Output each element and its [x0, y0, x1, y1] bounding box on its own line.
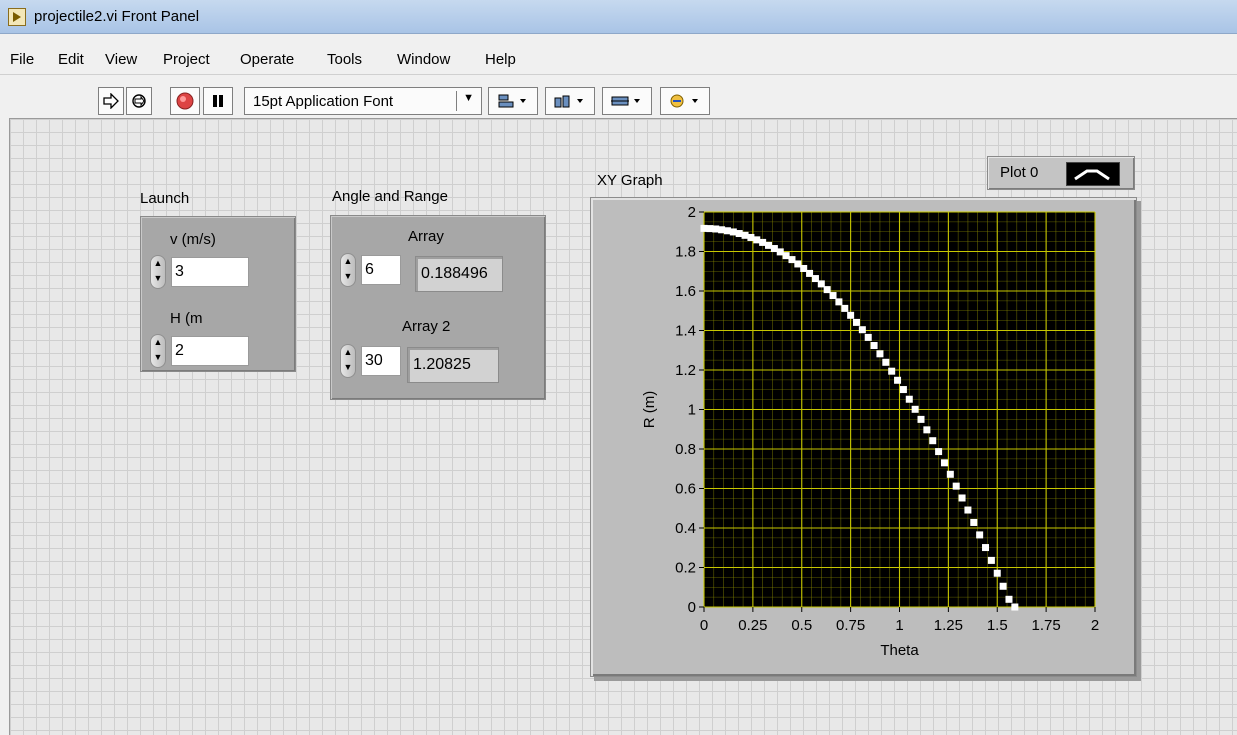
plot-0-point [911, 405, 919, 413]
plot-0-point [870, 342, 878, 350]
plot-0-point [847, 311, 855, 319]
plot-0-point [841, 304, 849, 312]
y-tick-label: 0.4 [675, 520, 696, 537]
x-axis-label: Theta [880, 642, 919, 659]
plot-0-point [858, 326, 866, 334]
plot-0-point [970, 518, 978, 526]
x-tick-label: 1.5 [987, 617, 1008, 634]
plot-0-point [1011, 603, 1019, 611]
plot-0-point [976, 531, 984, 539]
plot-0-point [829, 292, 837, 300]
plot-0-point [982, 544, 990, 552]
y-tick-label: 0.8 [675, 441, 696, 458]
plot-0-point [894, 376, 902, 384]
plot-0-point [946, 470, 954, 478]
plot-0-point [917, 415, 925, 423]
x-tick-label: 0.75 [836, 617, 865, 634]
plot-0-point [952, 482, 960, 490]
plot-0-point [1005, 595, 1013, 603]
y-tick-labels: 0 0.2 0.4 0.6 0.8 1 1.2 1.4 1.6 1.8 2 [675, 204, 696, 616]
plot-0-point [835, 298, 843, 306]
y-tick-label: 1.8 [675, 244, 696, 261]
y-tick-label: 0.2 [675, 560, 696, 577]
y-tick-label: 0 [688, 599, 696, 616]
x-tick-label: 1.75 [1032, 617, 1061, 634]
plot-0-point [935, 448, 943, 456]
plot-0-point [987, 556, 995, 564]
plot-0-point [899, 386, 907, 394]
x-tick-label: 1.25 [934, 617, 963, 634]
y-axis-label: R (m) [641, 391, 658, 429]
x-tick-label: 1 [895, 617, 903, 634]
y-tick-label: 1.4 [675, 323, 696, 340]
x-tick-label: 0.25 [738, 617, 767, 634]
x-tick-label: 0.5 [791, 617, 812, 634]
plot-0-point [882, 358, 890, 366]
xy-graph[interactable]: 0 0.25 0.5 0.75 1 1.25 1.5 1.75 2 0 0.2 0.4 0.6 0.8 1… [0, 0, 1237, 734]
y-tick-label: 2 [688, 204, 696, 221]
y-tick-label: 1.2 [675, 362, 696, 379]
plot-0-point [888, 367, 896, 375]
plot-0-point [964, 506, 972, 514]
plot-0-point [876, 350, 884, 358]
x-tick-labels: 0 0.25 0.5 0.75 1 1.25 1.5 1.75 2 [700, 617, 1099, 634]
y-tick-label: 1.6 [675, 283, 696, 300]
plot-0-point [940, 459, 948, 467]
y-tick-label: 0.6 [675, 481, 696, 498]
plot-0-point [852, 318, 860, 326]
y-tick-label: 1 [688, 402, 696, 419]
plot-0-point [958, 494, 966, 502]
x-tick-label: 0 [700, 617, 708, 634]
plot-0-point [993, 569, 1001, 577]
plot-0-point [929, 437, 937, 445]
plot-0-point [905, 395, 913, 403]
x-tick-label: 2 [1091, 617, 1099, 634]
plot-0-point [923, 426, 931, 434]
plot-0-point [999, 582, 1007, 590]
plot-0-point [864, 333, 872, 341]
